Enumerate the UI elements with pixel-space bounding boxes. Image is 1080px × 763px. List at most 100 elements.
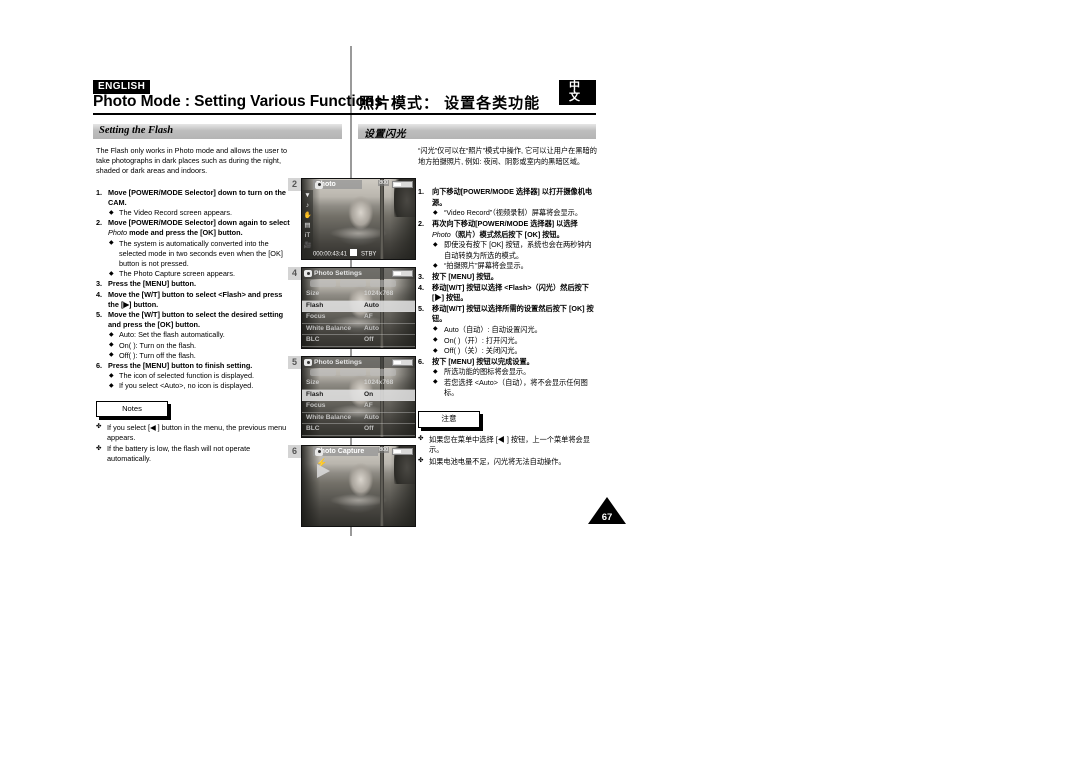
mode-indicator: Photo Capture	[313, 447, 379, 456]
diamond-bullet-icon: ◆	[433, 326, 438, 333]
sub-text: The Photo Capture screen appears.	[119, 269, 236, 279]
tab-person[interactable]	[340, 369, 366, 376]
menu-label: Flash	[306, 301, 324, 309]
menu-label: BLC	[306, 425, 320, 432]
tab-camera[interactable]	[310, 369, 336, 376]
sub-item: ◆ The icon of selected function is displa…	[108, 371, 292, 381]
menu-row-flash[interactable]: Flash Auto	[302, 300, 415, 312]
step-item: 5. Move the [W/T] button to select the d…	[96, 310, 292, 361]
step-item: 4. Move the [W/T] button to select <Flas…	[96, 290, 292, 310]
menu-title: Photo Settings	[314, 270, 362, 277]
menu-row-white-balance[interactable]: White Balance Auto	[302, 324, 415, 335]
steps-list-chinese: 1. 向下移动[POWER/MODE 选择器] 以打开摄像机电源。 ◆ “Vide…	[418, 187, 598, 399]
step-text: Move the [W/T] button to select the desi…	[108, 310, 284, 330]
sub-item: ◆ Off( )（关）: 关闭闪光。	[432, 346, 598, 357]
menu-label: Size	[306, 290, 320, 297]
chevron-down-icon[interactable]: ▼	[304, 192, 312, 200]
step-text-part-b: （照片）模式然后按下 [OK] 按钮。	[450, 229, 564, 239]
sub-item: ◆ On( )（开）: 打开闪光。	[432, 336, 598, 347]
menu-title: Photo Settings	[314, 359, 362, 366]
step-text-part-b: mode and press the [OK] button.	[127, 228, 243, 238]
movie-icon[interactable]: 🎥	[304, 242, 312, 250]
note-text: 如果电池电量不足，闪光将无法自动操作。	[429, 456, 566, 466]
menu-value: Auto	[364, 413, 380, 421]
tab-person[interactable]	[340, 280, 366, 287]
sub-text: “拍摄照片”屏幕将会显示。	[444, 261, 528, 271]
diamond-bullet-icon: ◆	[109, 372, 114, 379]
step-number: 4.	[96, 289, 103, 299]
text-icon[interactable]: iT	[304, 232, 312, 240]
menu-row-blc[interactable]: BLC Off	[302, 424, 415, 436]
diamond-bullet-icon: ◆	[433, 379, 438, 386]
diamond-bullet-icon: ◆	[109, 352, 114, 359]
note-item: ✤ If the battery is low, the flash will n…	[96, 444, 292, 464]
menu-label: Flash	[306, 390, 324, 398]
menu-value: AF	[364, 402, 373, 409]
notes-list-chinese: ✤ 如果您在菜单中选择 [◀ ] 按钮，上一个菜单将会显示。 ✤ 如果电池电量不足，…	[418, 435, 598, 468]
menu-value: Auto	[364, 324, 380, 332]
sub-text: On( )（开）: 打开闪光。	[444, 335, 522, 345]
menu-row-focus[interactable]: Focus AF	[302, 312, 415, 324]
note-text: If the battery is low, the flash will no…	[107, 444, 251, 464]
hand-icon[interactable]: ✋	[304, 212, 312, 220]
club-bullet-icon: ✤	[418, 435, 424, 443]
step-item: 4. 移动[W/T] 按钮以选择 <Flash>（闪光）然后按下[▶] 按钮。	[418, 283, 598, 304]
menu-rows: Size 1024x768 Flash Auto Focus AF White …	[302, 289, 415, 347]
mode-label: Photo Capture	[316, 448, 365, 455]
sub-item: ◆ The system is automatically converted i…	[108, 239, 292, 270]
osd-top-bar: Photo 800	[302, 179, 415, 190]
sub-item: ◆ 所选功能的图标将会显示。	[432, 367, 598, 378]
step-number: 3.	[96, 279, 103, 289]
menu-row-white-balance[interactable]: White Balance Auto	[302, 413, 415, 424]
pole-object	[380, 179, 384, 259]
diamond-bullet-icon: ◆	[433, 209, 438, 216]
battery-icon	[392, 180, 413, 188]
lcd-screen-photo-settings-auto: Photo Settings Size 1024x768 Flash Auto	[301, 267, 416, 349]
music-icon[interactable]: ♪	[304, 202, 312, 210]
screenshot-figure: 2 Photo 800 ▼ ♪ ✋ ▤ iT 🎥 000:00:43:41 ST…	[288, 178, 418, 262]
step-text-part-a: 再次向下移动[POWER/MODE 选择器] 以选择	[432, 218, 578, 228]
camera-icon	[315, 448, 323, 456]
sub-text: The system is automatically converted in…	[119, 238, 283, 269]
diamond-bullet-icon: ◆	[433, 337, 438, 343]
menu-value: 1024x768	[364, 290, 394, 297]
menu-row-flash[interactable]: Flash On	[302, 389, 415, 401]
timecode: 000:00:43:41	[313, 251, 347, 258]
menu-row-blc[interactable]: BLC Off	[302, 335, 415, 347]
tab-text[interactable]	[370, 280, 396, 287]
menu-row-size[interactable]: Size 1024x768	[302, 378, 415, 390]
menu-tab-strip	[302, 368, 415, 377]
sub-item: ◆ Auto（自动）: 自动设置闪光。	[432, 325, 598, 336]
sub-text: Auto: Set the flash automatically.	[119, 330, 225, 340]
menu-value: AF	[364, 313, 373, 320]
menu-value: Auto	[364, 301, 380, 309]
menu-row-focus[interactable]: Focus AF	[302, 401, 415, 413]
file-icon[interactable]: ▤	[304, 222, 312, 230]
club-bullet-icon: ✤	[96, 423, 102, 431]
lcd-screen-photo-mode: Photo 800 ▼ ♪ ✋ ▤ iT 🎥 000:00:43:41 STBY	[301, 178, 416, 260]
lcd-screen-photo-capture: Photo Capture 800 ⚡	[301, 445, 416, 527]
step-item: 3. Press the [MENU] button.	[96, 279, 292, 289]
step-text: 按下 [MENU] 按钮以完成设置。	[432, 356, 534, 366]
step-sublist: ◆ The icon of selected function is displa…	[108, 371, 292, 391]
step-text: 按下 [MENU] 按钮。	[432, 271, 498, 281]
battery-icon	[392, 447, 413, 455]
sub-item: ◆ The Photo Capture screen appears.	[108, 269, 292, 279]
mode-indicator: Photo	[313, 180, 362, 189]
camera-icon	[315, 181, 323, 189]
page-title-chinese: 照片模式： 设置各类功能	[359, 95, 541, 112]
tab-camera[interactable]	[310, 280, 336, 287]
sub-text: Auto（自动）: 自动设置闪光。	[444, 324, 542, 334]
intro-paragraph-chinese: “闪光”仅可以在“照片”模式中操作, 它可以让用户在黑暗的地方拍摄照片, 例如:…	[418, 146, 597, 166]
sub-text: 若您选择 <Auto>（自动），将不会显示任何图标。	[444, 377, 588, 398]
step-number: 6.	[418, 356, 424, 366]
intro-paragraph-english: The Flash only works in Photo mode and a…	[96, 146, 288, 176]
diamond-bullet-icon: ◆	[433, 368, 438, 375]
step-sublist: ◆ Auto（自动）: 自动设置闪光。 ◆ On( )（开）: 打开闪光。 ◆ Off…	[432, 325, 598, 357]
tab-text[interactable]	[370, 369, 396, 376]
step-number: 4.	[418, 282, 424, 292]
notes-list-english: ✤ If you select [◀ ] button in the menu, …	[96, 423, 292, 465]
section-title-chinese: 设置闪光	[364, 129, 406, 140]
menu-row-size[interactable]: Size 1024x768	[302, 289, 415, 301]
step-number: 3.	[418, 271, 424, 281]
